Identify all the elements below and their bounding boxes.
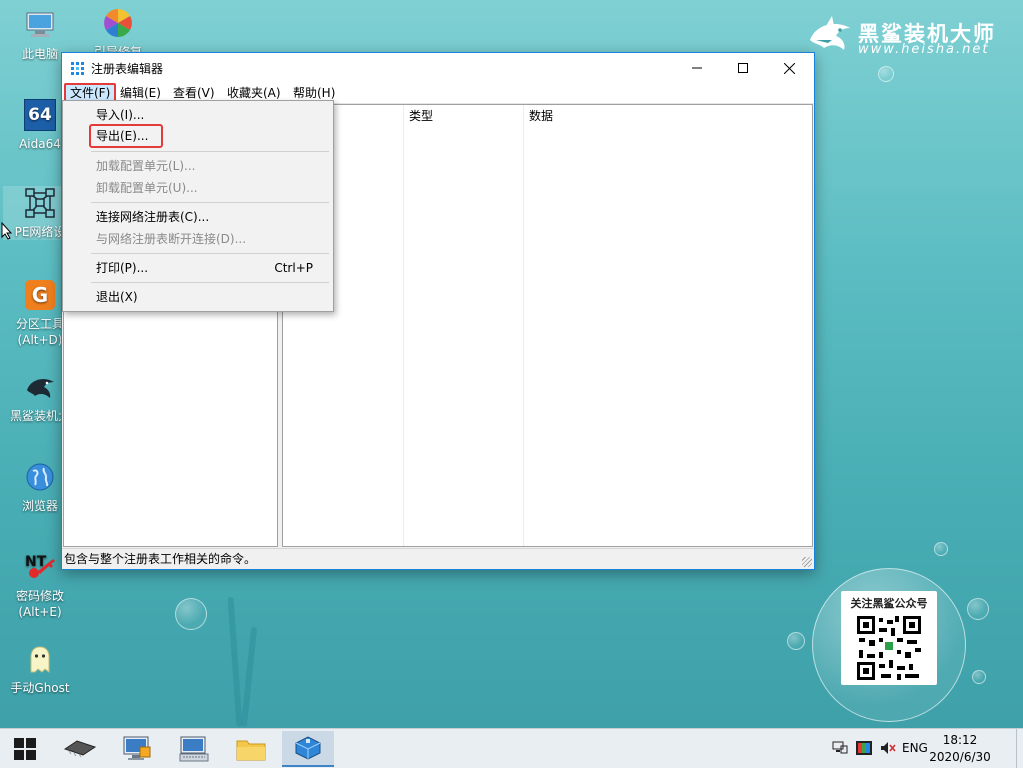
brand-url: www.heisha.net [858, 42, 990, 57]
computer-icon [23, 8, 57, 42]
window-title: 注册表编辑器 [91, 62, 164, 76]
bubble-decoration [967, 598, 989, 620]
maximize-icon [738, 63, 748, 73]
close-icon [783, 62, 795, 74]
desktop-icon-label: 手动Ghost [10, 681, 70, 695]
color-display-icon[interactable] [856, 741, 872, 755]
taskbar-clock[interactable]: 18:12 2020/6/30 [925, 732, 995, 766]
column-header-type[interactable]: 类型 [403, 105, 523, 127]
minimize-button[interactable] [674, 53, 720, 83]
network-icon [23, 186, 57, 220]
close-button[interactable] [766, 53, 812, 83]
aida64-badge: 64 [24, 99, 56, 131]
qr-card: 关注黑鲨公众号 [841, 591, 937, 685]
volume-muted-icon[interactable] [880, 741, 896, 755]
pinwheel-icon [101, 6, 135, 40]
network-status-icon[interactable] [832, 741, 848, 755]
brand-logo: 黑鲨装机大师 www.heisha.net [806, 14, 1006, 62]
menu-separator [91, 151, 329, 152]
key-icon: NT [23, 550, 57, 584]
file-menu-dropdown: 导入(I)... 导出(E)... 加载配置单元(L)... 卸载配置单元(U)… [62, 100, 334, 312]
desktop-icon-sublabel: (Alt+E) [18, 605, 62, 619]
menu-separator [91, 202, 329, 203]
taskbar-keyboard[interactable] [168, 731, 220, 767]
qr-title: 关注黑鲨公众号 [850, 597, 928, 610]
status-text: 包含与整个注册表工作相关的命令。 [64, 552, 257, 566]
desktop-icon-label: 引导修复 [93, 45, 142, 52]
desktop-icon-manual-ghost[interactable]: 手动Ghost [3, 642, 77, 696]
menu-item-import[interactable]: 导入(I)... [63, 104, 333, 126]
start-button[interactable] [0, 731, 50, 767]
bubble-decoration [878, 66, 894, 82]
bubble-decoration [787, 632, 805, 650]
qr-code-icon [857, 616, 921, 680]
column-divider [403, 105, 404, 546]
shark-icon [23, 370, 57, 404]
mouse-cursor-icon [1, 222, 13, 240]
menu-item-disconnect-network-registry: 与网络注册表断开连接(D)... [96, 232, 247, 246]
status-bar: 包含与整个注册表工作相关的命令。 [62, 548, 814, 569]
taskbar-registry-editor[interactable] [282, 731, 334, 767]
bubble-decoration [972, 670, 986, 684]
taskbar-network-settings[interactable] [111, 731, 163, 767]
registry-editor-icon [295, 736, 321, 760]
windows-logo-icon [14, 738, 36, 760]
menu-item-connect-network-registry[interactable]: 连接网络注册表(C)... [63, 206, 333, 228]
aida64-icon: 64 [23, 98, 57, 132]
desktop-icon-label: 密码修改 [15, 589, 64, 603]
column-divider [523, 105, 524, 546]
maximize-button[interactable] [720, 53, 766, 83]
memory-chip-icon [63, 740, 97, 758]
column-header-data[interactable]: 数据 [523, 105, 809, 127]
folder-icon [236, 740, 266, 761]
menu-item-export[interactable]: 导出(E)... [63, 125, 333, 147]
title-bar[interactable]: 注册表编辑器 [62, 53, 814, 83]
print-shortcut: Ctrl+P [274, 261, 313, 275]
desktop-icon-boot-repair[interactable]: 引导修复 [81, 6, 155, 52]
menu-separator [91, 253, 329, 254]
value-list-pane[interactable]: 类型 数据 [282, 104, 813, 547]
show-desktop-button[interactable] [1016, 729, 1023, 768]
ghost-icon [23, 642, 57, 676]
keyboard-icon [179, 736, 209, 762]
menu-separator [91, 282, 329, 283]
bubble-decoration [175, 598, 207, 630]
menu-item-unload-hive: 卸载配置单元(U)... [96, 181, 198, 195]
monitor-network-icon [123, 736, 151, 760]
bubble-decoration [934, 542, 948, 556]
menu-item-print-label: 打印(P)... [96, 261, 149, 275]
input-language[interactable]: ENG [902, 741, 928, 755]
seaweed-decoration [227, 596, 243, 728]
registry-editor-icon [71, 62, 84, 75]
clock-date: 2020/6/30 [929, 750, 991, 764]
menu-item-exit[interactable]: 退出(X) [63, 286, 333, 308]
menu-item-load-hive: 加载配置单元(L)... [96, 159, 196, 173]
taskbar: ENG 18:12 2020/6/30 [0, 728, 1023, 768]
taskbar-file-explorer[interactable] [225, 731, 277, 767]
resize-grip-icon[interactable] [802, 557, 812, 567]
globe-icon [23, 460, 57, 494]
taskbar-memory-tool[interactable] [54, 731, 106, 767]
menu-item-print[interactable]: 打印(P)... Ctrl+P [63, 257, 333, 279]
minimize-icon [692, 67, 702, 69]
clock-time: 18:12 [942, 733, 978, 747]
seaweed-decoration [240, 626, 258, 728]
partition-tool-icon: G [23, 278, 57, 312]
